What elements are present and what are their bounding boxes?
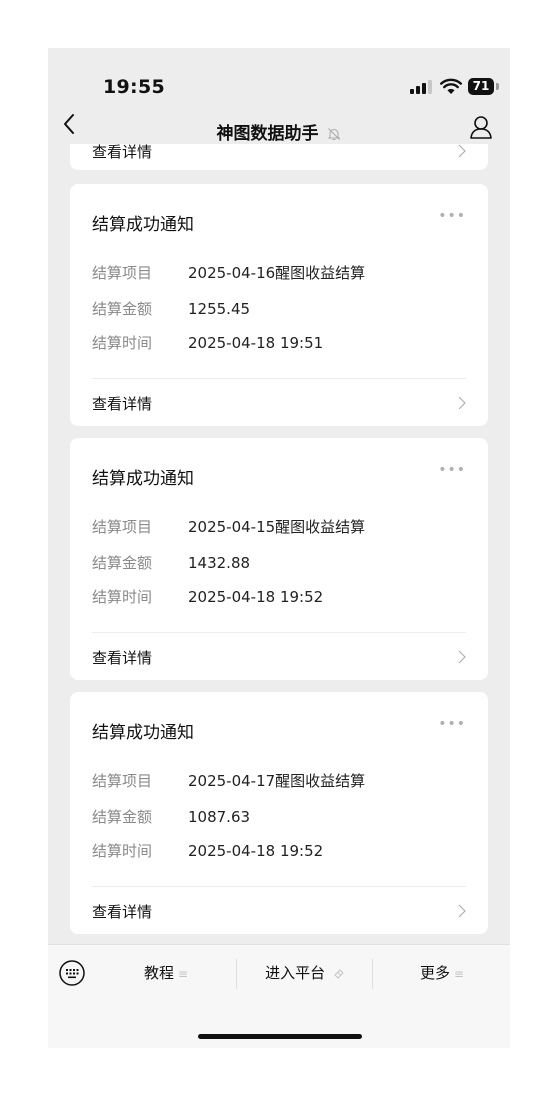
keyboard-icon[interactable] bbox=[58, 959, 86, 987]
menu-item-enter-platform[interactable]: 进入平台 bbox=[238, 945, 372, 1001]
page-title: 神图数据助手 bbox=[216, 124, 319, 144]
row-amount: 结算金额 1255.45 bbox=[92, 298, 250, 319]
menu-item-label: 更多 bbox=[419, 964, 450, 982]
row-value: 2025-04-15醒图收益结算 bbox=[188, 518, 366, 536]
message-list[interactable]: 查看详情 结算成功通知 ••• 结算项目 2025-04-16醒图收益结算 结算金… bbox=[48, 144, 510, 944]
row-time: 结算时间 2025-04-18 19:51 bbox=[92, 332, 323, 353]
menu-item-more[interactable]: 更多 ≡ bbox=[374, 945, 510, 1001]
wifi-icon bbox=[440, 78, 462, 94]
message-card: 结算成功通知 ••• 结算项目 2025-04-17醒图收益结算 结算金额 1087… bbox=[70, 692, 488, 934]
row-value: 2025-04-16醒图收益结算 bbox=[188, 264, 366, 282]
row-value: 2025-04-18 19:52 bbox=[188, 588, 324, 606]
row-value: 2025-04-17醒图收益结算 bbox=[188, 772, 366, 790]
row-label: 结算项目 bbox=[92, 518, 153, 536]
battery-icon: 71 bbox=[468, 78, 494, 95]
row-label: 结算时间 bbox=[92, 334, 153, 352]
chevron-right-icon bbox=[458, 904, 466, 918]
menu-list-icon: ≡ bbox=[453, 967, 465, 981]
battery-tip bbox=[496, 83, 499, 90]
link-icon bbox=[334, 968, 344, 979]
bottom-menu: 教程 ≡ 进入平台 更多 ≡ bbox=[48, 944, 510, 1048]
row-time: 结算时间 2025-04-18 19:52 bbox=[92, 840, 323, 861]
mute-icon bbox=[328, 128, 341, 140]
row-label: 结算金额 bbox=[92, 808, 153, 826]
card-title: 结算成功通知 bbox=[92, 723, 194, 743]
row-project: 结算项目 2025-04-17醒图收益结算 bbox=[92, 770, 365, 791]
divider bbox=[92, 886, 466, 887]
row-label: 结算金额 bbox=[92, 300, 153, 318]
status-bar: 19:55 71 bbox=[48, 48, 510, 110]
chevron-right-icon bbox=[458, 144, 466, 158]
row-amount: 结算金额 1087.63 bbox=[92, 806, 250, 827]
row-label: 结算时间 bbox=[92, 588, 153, 606]
row-value: 2025-04-18 19:52 bbox=[188, 842, 324, 860]
view-detail-link[interactable]: 查看详情 bbox=[92, 393, 152, 414]
more-icon[interactable]: ••• bbox=[438, 208, 466, 224]
card-title: 结算成功通知 bbox=[92, 469, 194, 489]
row-label: 结算项目 bbox=[92, 772, 153, 790]
row-amount: 结算金额 1432.88 bbox=[92, 552, 250, 573]
row-time: 结算时间 2025-04-18 19:52 bbox=[92, 586, 323, 607]
message-card: 结算成功通知 ••• 结算项目 2025-04-15醒图收益结算 结算金额 1432… bbox=[70, 438, 488, 680]
status-time: 19:55 bbox=[103, 76, 165, 98]
row-label: 结算金额 bbox=[92, 554, 153, 572]
row-value: 1087.63 bbox=[188, 808, 251, 826]
menu-item-label: 教程 bbox=[143, 964, 174, 982]
view-detail-link[interactable]: 查看详情 bbox=[92, 647, 152, 668]
row-label: 结算项目 bbox=[92, 264, 153, 282]
more-icon[interactable]: ••• bbox=[438, 462, 466, 478]
menu-item-label: 进入平台 bbox=[265, 964, 326, 982]
menu-divider bbox=[236, 959, 237, 989]
card-title: 结算成功通知 bbox=[92, 215, 194, 235]
menu-item-tutorial[interactable]: 教程 ≡ bbox=[98, 945, 234, 1001]
message-card: 结算成功通知 ••• 结算项目 2025-04-16醒图收益结算 结算金额 1255… bbox=[70, 184, 488, 426]
row-project: 结算项目 2025-04-16醒图收益结算 bbox=[92, 262, 365, 283]
row-value: 1432.88 bbox=[188, 554, 251, 572]
menu-divider bbox=[372, 959, 373, 989]
home-indicator[interactable] bbox=[198, 1034, 362, 1039]
view-detail-link[interactable]: 查看详情 bbox=[92, 144, 152, 162]
nav-title-wrap: 神图数据助手 bbox=[48, 119, 510, 144]
profile-icon[interactable] bbox=[468, 114, 494, 140]
chevron-right-icon bbox=[458, 650, 466, 664]
row-value: 2025-04-18 19:51 bbox=[188, 334, 324, 352]
row-label: 结算时间 bbox=[92, 842, 153, 860]
row-value: 1255.45 bbox=[188, 300, 251, 318]
menu-list-icon: ≡ bbox=[177, 967, 189, 981]
row-project: 结算项目 2025-04-15醒图收益结算 bbox=[92, 516, 365, 537]
chevron-right-icon bbox=[458, 396, 466, 410]
view-detail-link[interactable]: 查看详情 bbox=[92, 901, 152, 922]
divider bbox=[92, 632, 466, 633]
more-icon[interactable]: ••• bbox=[438, 716, 466, 732]
phone-screen: 19:55 71 神图数据助手 查看详情 结算成功通知 ••• 结算项目 202… bbox=[48, 48, 510, 1048]
divider bbox=[92, 378, 466, 379]
signal-icon bbox=[410, 80, 434, 94]
message-card-partial[interactable]: 查看详情 bbox=[70, 144, 488, 170]
